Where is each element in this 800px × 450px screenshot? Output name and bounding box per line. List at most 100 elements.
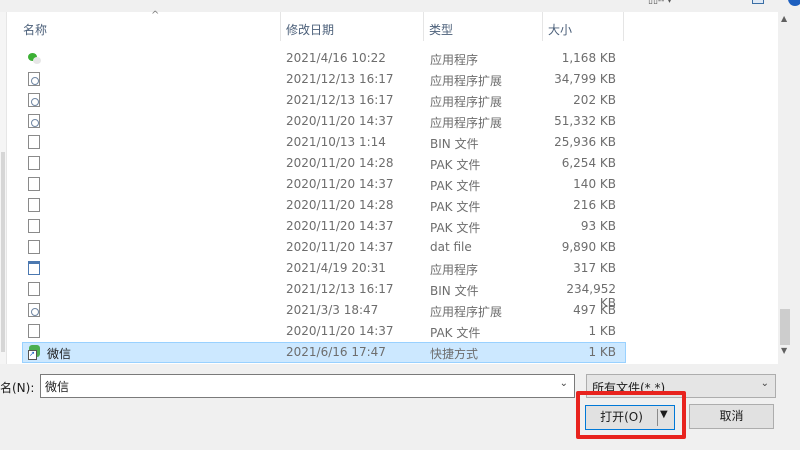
filename-input[interactable] [41,375,541,397]
file-row[interactable]: 2020/11/20 14:28 PAK 文件 216 KB [8,195,778,216]
navigation-pane-scrollbar[interactable] [0,12,7,364]
file-type: 快捷方式 [430,347,479,361]
file-row[interactable]: 2021/4/16 10:22 应用程序 1,168 KB [8,48,778,69]
column-divider[interactable] [623,12,624,41]
file-date: 2021/12/13 16:17 [286,93,394,107]
file-type: 应用程序 [430,263,479,277]
file-size: 317 KB [573,261,616,275]
file-list-panel: ^ 名称 修改日期 类型 大小 2021/4/16 10:22 应用程序 1,168… [0,10,792,364]
filename-label: 名(N): [0,381,35,395]
file-row[interactable]: 微信 2021/6/16 17:47 快捷方式 1 KB [22,342,626,363]
red-highlight-box [576,391,686,439]
file-type: dat file [430,240,472,254]
document-icon [28,282,40,296]
file-date: 2021/4/16 10:22 [286,51,386,65]
chevron-down-icon[interactable]: ⌄ [560,378,568,389]
file-type: 应用程序扩展 [430,116,503,130]
file-date: 2021/6/16 17:47 [286,345,386,359]
document-icon [28,177,40,191]
file-type: PAK 文件 [430,200,481,214]
column-header: ^ 名称 修改日期 类型 大小 [8,10,778,41]
file-type: PAK 文件 [430,221,481,235]
file-date: 2020/11/20 14:37 [286,114,394,128]
file-size: 202 KB [573,93,616,107]
file-date: 2020/11/20 14:37 [286,219,394,233]
file-date: 2020/11/20 14:37 [286,240,394,254]
extension-icon [28,72,40,86]
file-type: BIN 文件 [430,284,479,298]
file-size: 1 KB [588,345,616,359]
file-row[interactable]: 2020/11/20 14:37 PAK 文件 140 KB [8,174,778,195]
file-type: PAK 文件 [430,326,481,340]
document-icon [28,135,40,149]
scroll-down-icon[interactable]: ▼ [781,346,787,355]
cancel-button[interactable]: 取消 [689,404,774,429]
file-type: 应用程序 [430,53,479,67]
file-name: 微信 [47,347,72,361]
file-row[interactable]: 2020/11/20 14:37 应用程序扩展 51,332 KB [8,111,778,132]
file-row[interactable]: 2021/3/3 18:47 应用程序扩展 497 KB [8,300,778,321]
extension-icon [28,93,40,107]
top-toolbar: ▯▯-- ▾ [640,0,800,12]
file-size: 140 KB [573,177,616,191]
document-icon [28,219,40,233]
file-size: 51,332 KB [554,114,616,128]
file-row[interactable]: 2020/11/20 14:37 PAK 文件 93 KB [8,216,778,237]
application-icon [28,261,40,275]
file-date: 2020/11/20 14:28 [286,156,394,170]
column-date[interactable]: 修改日期 [281,12,423,41]
file-size: 6,254 KB [561,156,616,170]
file-date: 2020/11/20 14:37 [286,324,394,338]
vertical-scrollbar[interactable]: ▲ ▼ [778,12,792,364]
file-size: 497 KB [573,303,616,317]
file-date: 2021/12/13 16:17 [286,282,394,296]
file-type: 应用程序扩展 [430,74,503,88]
help-icon[interactable] [788,0,800,6]
file-row[interactable]: 2020/11/20 14:37 dat file 9,890 KB [8,237,778,258]
file-row[interactable]: 2021/12/13 16:17 应用程序扩展 34,799 KB [8,69,778,90]
document-icon [28,240,40,254]
file-row[interactable]: 2020/11/20 14:28 PAK 文件 6,254 KB [8,153,778,174]
file-rows: 2021/4/16 10:22 应用程序 1,168 KB 2021/12/13 16… [8,48,778,363]
file-type: 应用程序扩展 [430,95,503,109]
file-type: 应用程序扩展 [430,305,503,319]
shortcut-icon [28,345,40,360]
file-date: 2020/11/20 14:28 [286,198,394,212]
extension-icon [28,114,40,128]
file-type: PAK 文件 [430,179,481,193]
file-type: PAK 文件 [430,158,481,172]
file-size: 216 KB [573,198,616,212]
file-date: 2020/11/20 14:37 [286,177,394,191]
extension-icon [28,303,40,317]
scroll-up-icon[interactable]: ▲ [781,14,787,23]
file-date: 2021/4/19 20:31 [286,261,386,275]
document-icon [28,198,40,212]
view-options-icon[interactable]: ▯▯-- ▾ [648,0,672,6]
file-row[interactable]: 2021/12/13 16:17 BIN 文件 234,952 KB [8,279,778,310]
filename-combobox[interactable]: ⌄ [40,374,575,398]
wechat-icon [28,51,41,65]
column-size[interactable]: 大小 [543,12,623,41]
file-date: 2021/3/3 18:47 [286,303,379,317]
file-date: 2021/10/13 1:14 [286,135,386,149]
file-type: BIN 文件 [430,137,479,151]
file-size: 1,168 KB [561,51,616,65]
file-row[interactable]: 2021/12/13 16:17 应用程序扩展 202 KB [8,90,778,111]
file-size: 25,936 KB [554,135,616,149]
file-size: 9,890 KB [561,240,616,254]
chevron-down-icon[interactable]: ⌄ [761,378,769,389]
file-size: 93 KB [580,219,616,233]
scrollbar-thumb[interactable] [780,309,790,345]
scrollbar-thumb[interactable] [1,152,5,352]
column-name[interactable]: 名称 [18,12,280,41]
file-row[interactable]: 2021/4/19 20:31 应用程序 317 KB [8,258,778,279]
file-size: 1 KB [588,324,616,338]
column-type[interactable]: 类型 [424,12,542,41]
document-icon [28,156,40,170]
preview-pane-icon[interactable] [752,0,764,4]
document-icon [28,324,40,338]
file-date: 2021/12/13 16:17 [286,72,394,86]
file-row[interactable]: 2021/10/13 1:14 BIN 文件 25,936 KB [8,132,778,153]
file-size: 34,799 KB [554,72,616,86]
file-row[interactable]: 2020/11/20 14:37 PAK 文件 1 KB [8,321,778,342]
